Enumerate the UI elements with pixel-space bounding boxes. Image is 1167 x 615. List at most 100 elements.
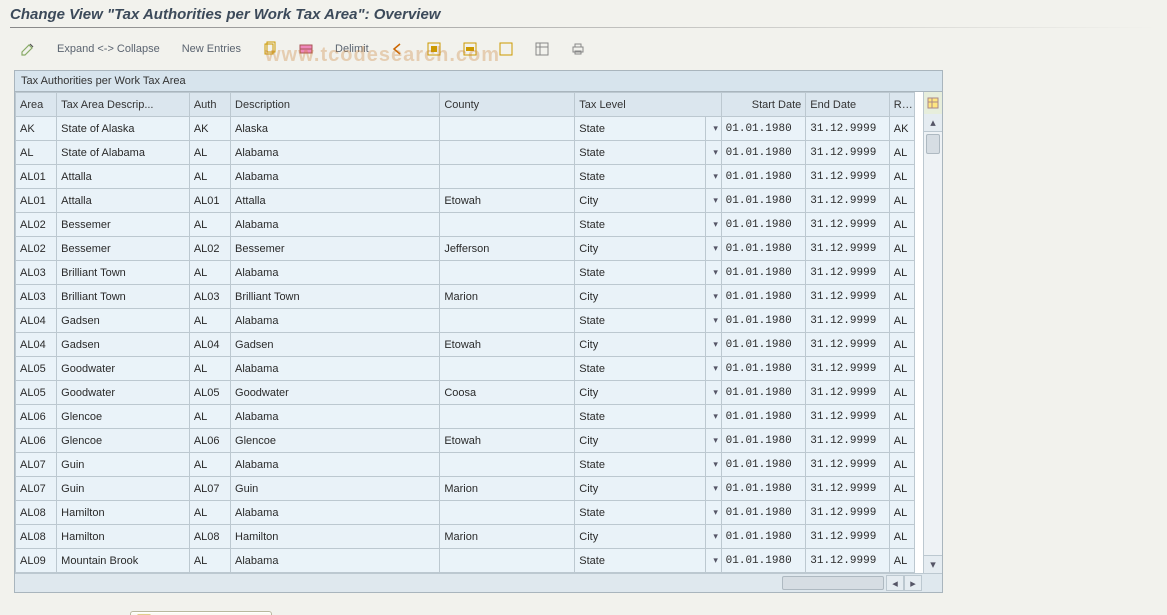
horizontal-scrollbar[interactable]: ◂ ▸ — [15, 573, 942, 592]
cell-start-date[interactable]: 01.01.1980 — [721, 525, 806, 549]
cell-start-date[interactable]: 01.01.1980 — [721, 453, 806, 477]
cell-tax-level[interactable]: State — [575, 357, 705, 381]
cell-end-date[interactable]: 31.12.9999 — [806, 285, 889, 309]
table-row[interactable]: AKState of AlaskaAKAlaskaState▾01.01.198… — [16, 117, 915, 141]
cell-county[interactable]: Marion — [440, 477, 575, 501]
delete-button[interactable] — [292, 39, 320, 59]
cell-auth-desc[interactable]: Alabama — [231, 453, 440, 477]
cell-tax-level[interactable]: City — [575, 333, 705, 357]
cell-r[interactable]: AL — [889, 357, 914, 381]
cell-county[interactable]: Etowah — [440, 429, 575, 453]
cell-area[interactable]: AL05 — [16, 381, 57, 405]
tax-level-dropdown-button[interactable]: ▾ — [705, 405, 721, 429]
cell-start-date[interactable]: 01.01.1980 — [721, 549, 806, 573]
cell-tax-level[interactable]: State — [575, 117, 705, 141]
cell-end-date[interactable]: 31.12.9999 — [806, 429, 889, 453]
delimit-button[interactable]: Delimit — [328, 40, 376, 58]
cell-area[interactable]: AL03 — [16, 261, 57, 285]
cell-auth[interactable]: AL — [189, 213, 230, 237]
cell-area-desc[interactable]: Bessemer — [57, 213, 190, 237]
tax-level-dropdown-button[interactable]: ▾ — [705, 117, 721, 141]
cell-area[interactable]: AL07 — [16, 453, 57, 477]
table-row[interactable]: AL01AttallaAL01AttallaEtowahCity▾01.01.1… — [16, 189, 915, 213]
cell-auth[interactable]: AL — [189, 453, 230, 477]
cell-auth[interactable]: AL02 — [189, 237, 230, 261]
cell-end-date[interactable]: 31.12.9999 — [806, 237, 889, 261]
cell-county[interactable] — [440, 261, 575, 285]
cell-auth[interactable]: AL — [189, 549, 230, 573]
table-row[interactable]: AL06GlencoeALAlabamaState▾01.01.198031.1… — [16, 405, 915, 429]
cell-county[interactable] — [440, 141, 575, 165]
cell-r[interactable]: AL — [889, 429, 914, 453]
cell-start-date[interactable]: 01.01.1980 — [721, 117, 806, 141]
cell-r[interactable]: AL — [889, 189, 914, 213]
col-county[interactable]: County — [440, 93, 575, 117]
table-row[interactable]: AL03Brilliant TownALAlabamaState▾01.01.1… — [16, 261, 915, 285]
cell-area-desc[interactable]: Guin — [57, 453, 190, 477]
cell-area-desc[interactable]: Bessemer — [57, 237, 190, 261]
col-auth-desc[interactable]: Description — [231, 93, 440, 117]
undo-change-button[interactable] — [384, 39, 412, 59]
cell-start-date[interactable]: 01.01.1980 — [721, 213, 806, 237]
cell-county[interactable] — [440, 501, 575, 525]
cell-auth-desc[interactable]: Alabama — [231, 141, 440, 165]
col-area[interactable]: Area — [16, 93, 57, 117]
cell-auth-desc[interactable]: Attalla — [231, 189, 440, 213]
table-row[interactable]: AL07GuinAL07GuinMarionCity▾01.01.198031.… — [16, 477, 915, 501]
cell-r[interactable]: AL — [889, 453, 914, 477]
table-settings-button[interactable] — [528, 39, 556, 59]
cell-county[interactable] — [440, 405, 575, 429]
col-area-desc[interactable]: Tax Area Descrip... — [57, 93, 190, 117]
cell-end-date[interactable]: 31.12.9999 — [806, 309, 889, 333]
cell-area[interactable]: AL01 — [16, 189, 57, 213]
cell-area[interactable]: AL03 — [16, 285, 57, 309]
cell-start-date[interactable]: 01.01.1980 — [721, 333, 806, 357]
col-r[interactable]: R... — [889, 93, 914, 117]
table-row[interactable]: ALState of AlabamaALAlabamaState▾01.01.1… — [16, 141, 915, 165]
select-all-button[interactable] — [420, 39, 448, 59]
tax-level-dropdown-button[interactable]: ▾ — [705, 381, 721, 405]
cell-end-date[interactable]: 31.12.9999 — [806, 165, 889, 189]
col-start-date[interactable]: Start Date — [721, 93, 806, 117]
cell-auth[interactable]: AL — [189, 261, 230, 285]
cell-auth-desc[interactable]: Goodwater — [231, 381, 440, 405]
cell-county[interactable]: Marion — [440, 285, 575, 309]
cell-auth[interactable]: AL08 — [189, 525, 230, 549]
tax-level-dropdown-button[interactable]: ▾ — [705, 429, 721, 453]
cell-r[interactable]: AL — [889, 141, 914, 165]
cell-tax-level[interactable]: State — [575, 501, 705, 525]
cell-area[interactable]: AL04 — [16, 309, 57, 333]
cell-end-date[interactable]: 31.12.9999 — [806, 189, 889, 213]
col-auth[interactable]: Auth — [189, 93, 230, 117]
cell-auth[interactable]: AK — [189, 117, 230, 141]
cell-auth[interactable]: AL05 — [189, 381, 230, 405]
hscroll-thumb[interactable] — [782, 576, 884, 590]
cell-start-date[interactable]: 01.01.1980 — [721, 285, 806, 309]
cell-auth[interactable]: AL01 — [189, 189, 230, 213]
table-row[interactable]: AL01AttallaALAlabamaState▾01.01.198031.1… — [16, 165, 915, 189]
cell-auth-desc[interactable]: Glencoe — [231, 429, 440, 453]
cell-area-desc[interactable]: Gadsen — [57, 333, 190, 357]
cell-auth-desc[interactable]: Alabama — [231, 309, 440, 333]
copy-as-button[interactable] — [256, 39, 284, 59]
cell-area-desc[interactable]: Goodwater — [57, 381, 190, 405]
cell-area-desc[interactable]: Hamilton — [57, 501, 190, 525]
expand-collapse-button[interactable]: Expand <-> Collapse — [50, 40, 167, 58]
cell-tax-level[interactable]: State — [575, 261, 705, 285]
hscroll-left-button[interactable]: ◂ — [886, 575, 904, 591]
cell-end-date[interactable]: 31.12.9999 — [806, 333, 889, 357]
cell-area-desc[interactable]: Attalla — [57, 189, 190, 213]
cell-start-date[interactable]: 01.01.1980 — [721, 237, 806, 261]
cell-r[interactable]: AL — [889, 381, 914, 405]
cell-area[interactable]: AL07 — [16, 477, 57, 501]
cell-auth-desc[interactable]: Alabama — [231, 261, 440, 285]
scroll-up-button[interactable]: ▴ — [924, 114, 942, 132]
cell-area[interactable]: AL09 — [16, 549, 57, 573]
cell-area[interactable]: AL02 — [16, 213, 57, 237]
cell-end-date[interactable]: 31.12.9999 — [806, 549, 889, 573]
cell-tax-level[interactable]: State — [575, 141, 705, 165]
position-button[interactable]: Position... — [130, 611, 272, 615]
cell-area[interactable]: AL08 — [16, 525, 57, 549]
cell-auth[interactable]: AL — [189, 405, 230, 429]
cell-area-desc[interactable]: Mountain Brook — [57, 549, 190, 573]
